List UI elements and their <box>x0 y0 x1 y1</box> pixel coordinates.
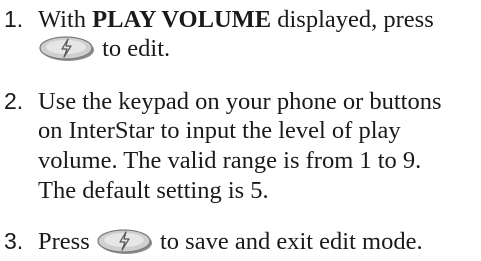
step-1-line-2-text: to edit. <box>96 35 171 62</box>
step-1-line-2: to edit. <box>0 34 478 64</box>
step-3-text-after: to save and exit edit mode. <box>153 228 423 255</box>
rocker-button-icon <box>38 34 96 62</box>
play-volume-label: PLAY VOLUME <box>92 6 272 33</box>
step-2-line-4: The default setting is 5. <box>38 177 269 204</box>
step-1-text-before: With <box>38 6 93 33</box>
instruction-steps: 1. With PLAY VOLUME displayed, press to e… <box>0 0 481 261</box>
step-2-line-2: on InterStar to input the level of play <box>38 117 401 144</box>
step-1: 1. With PLAY VOLUME displayed, press to e… <box>0 4 478 64</box>
step-2-line-1: 2. Use the keypad on your phone or button… <box>0 86 478 116</box>
step-3-text-before: Press <box>38 228 96 255</box>
step-2-number: 2. <box>4 88 24 114</box>
rocker-button-graphic <box>39 36 94 62</box>
step-2: 2. Use the keypad on your phone or button… <box>0 86 478 206</box>
step-3-number: 3. <box>4 228 24 254</box>
step-2-line-1-text: Use the keypad on your phone or buttons <box>38 88 442 115</box>
step-1-text-after: displayed, press <box>271 6 434 33</box>
rocker-button-graphic <box>97 229 152 255</box>
rocker-button-icon <box>96 227 154 255</box>
step-1-line-1: 1. With PLAY VOLUME displayed, press <box>0 4 478 34</box>
step-1-number: 1. <box>4 6 24 32</box>
step-2-line-3: volume. The valid range is from 1 to 9. <box>38 147 422 174</box>
step-3-line-1: 3. Press to save and exit edit mode. <box>0 226 478 256</box>
step-3: 3. Press to save and exit edit mode. <box>0 226 478 256</box>
